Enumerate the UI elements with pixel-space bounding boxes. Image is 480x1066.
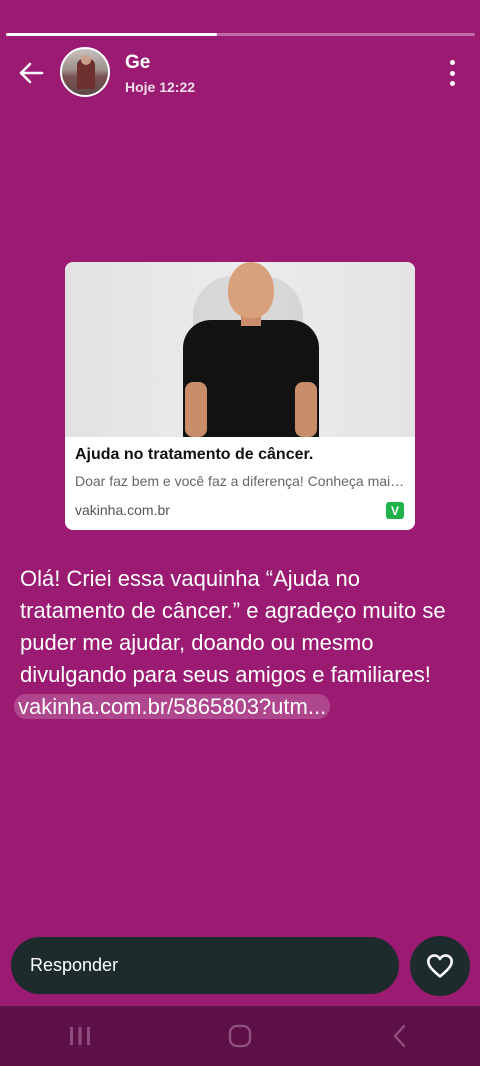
link-preview-title: Ajuda no tratamento de câncer. — [75, 446, 314, 463]
vakinha-logo-icon: V — [386, 502, 404, 519]
back-button[interactable] — [16, 58, 46, 88]
home-icon — [228, 1024, 252, 1048]
message-link[interactable]: vakinha.com.br/5865803?utm... — [14, 694, 331, 719]
story-time: Hoje 12:22 — [125, 79, 196, 95]
message-text: Olá! Criei essa vaquinha “Ajuda no trata… — [20, 566, 446, 687]
link-preview-card[interactable]: Ajuda no tratamento de câncer. Doar faz … — [65, 262, 415, 530]
reply-input[interactable]: Responder — [11, 937, 399, 994]
recents-button[interactable] — [50, 1016, 110, 1056]
reply-placeholder: Responder — [30, 955, 119, 975]
story-progress-bar — [6, 33, 475, 36]
like-button[interactable] — [410, 936, 470, 996]
more-options-button[interactable] — [440, 60, 464, 86]
home-button[interactable] — [210, 1016, 270, 1056]
link-preview-domain: vakinha.com.br — [75, 502, 170, 518]
recents-icon — [70, 1027, 90, 1045]
more-vertical-icon — [449, 60, 455, 65]
arrow-left-icon — [19, 62, 44, 84]
system-nav-bar — [0, 1006, 480, 1066]
story-message: Olá! Criei essa vaquinha “Ajuda no trata… — [14, 563, 460, 723]
link-preview-description: Doar faz bem e você faz a diferença! Con… — [75, 473, 405, 489]
heart-icon — [427, 954, 453, 978]
story-progress-fill — [6, 33, 218, 36]
avatar[interactable] — [60, 47, 110, 97]
contact-name[interactable]: Ge — [125, 52, 150, 74]
link-preview-image — [65, 262, 415, 437]
system-back-button[interactable] — [370, 1016, 430, 1056]
back-chevron-icon — [393, 1024, 406, 1048]
